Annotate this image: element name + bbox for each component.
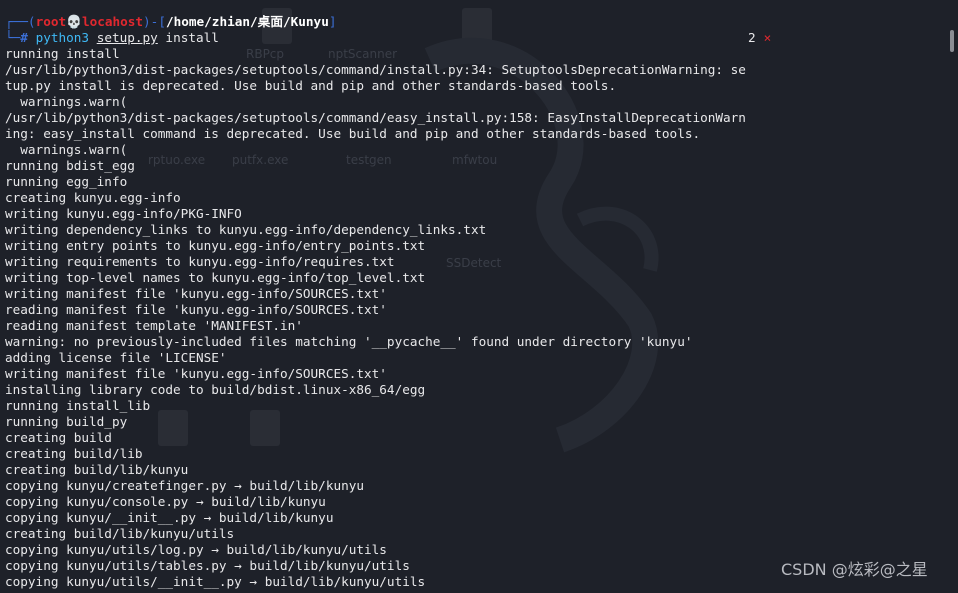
exit-code: 2 <box>748 30 756 45</box>
output-line: /usr/lib/python3/dist-packages/setuptool… <box>5 110 746 125</box>
terminal-window[interactable]: RBPcp nptScanner WebStuff rptuo.exe putf… <box>0 0 958 593</box>
output-line: ing: easy_install command is deprecated.… <box>5 126 701 141</box>
output-line: reading manifest template 'MANIFEST.in' <box>5 318 303 333</box>
scrollbar[interactable] <box>950 30 954 52</box>
prompt-line-2: └─# python3 setup.py install <box>5 30 935 46</box>
output-line: copying kunyu/utils/log.py → build/lib/k… <box>5 542 387 557</box>
output-line: warnings.warn( <box>5 94 128 109</box>
output-line: adding license file 'LICENSE' <box>5 350 227 365</box>
prompt-path: /home/zhian/桌面/Kunyu <box>165 14 329 29</box>
skull-icon: 💀 <box>66 14 82 29</box>
prompt-user: root <box>35 14 67 29</box>
output-line: writing manifest file 'kunyu.egg-info/SO… <box>5 286 387 301</box>
output-line: writing top-level names to kunyu.egg-inf… <box>5 270 426 285</box>
watermark: CSDN @炫彩@之星 <box>781 560 928 579</box>
output-line: running egg_info <box>5 174 128 189</box>
output-line: writing kunyu.egg-info/PKG-INFO <box>5 206 242 221</box>
exit-status: 2 × <box>748 30 771 46</box>
output-line: copying kunyu/console.py → build/lib/kun… <box>5 494 326 509</box>
output-line: running build_py <box>5 414 128 429</box>
output-line: /usr/lib/python3/dist-packages/setuptool… <box>5 62 746 77</box>
output-line: tup.py install is deprecated. Use build … <box>5 78 617 93</box>
prompt-line-1: ┌──(root💀locahost)-[/home/zhian/桌面/Kunyu… <box>5 14 935 30</box>
output-line: warnings.warn( <box>5 142 128 157</box>
command-file: setup.py <box>96 30 158 45</box>
output-line: copying kunyu/__init__.py → build/lib/ku… <box>5 510 334 525</box>
prompt-frame: ] <box>328 14 337 29</box>
output-line: running install_lib <box>5 398 151 413</box>
prompt-host: locahost <box>81 14 144 29</box>
output-line: running install <box>5 46 120 61</box>
prompt-hash: # <box>20 30 36 45</box>
output-line: creating kunyu.egg-info <box>5 190 181 205</box>
output-block: running install/usr/lib/python3/dist-pac… <box>5 46 935 590</box>
error-icon: × <box>763 30 772 45</box>
prompt-frame: ┌──( <box>5 14 36 29</box>
prompt-frame: └─ <box>5 30 21 45</box>
output-line: creating build/lib/kunyu <box>5 462 189 477</box>
output-line: reading manifest file 'kunyu.egg-info/SO… <box>5 302 387 317</box>
command-arg: install <box>157 30 219 45</box>
output-line: installing library code to build/bdist.l… <box>5 382 426 397</box>
output-line: copying kunyu/createfinger.py → build/li… <box>5 478 365 493</box>
output-line: writing manifest file 'kunyu.egg-info/SO… <box>5 366 387 381</box>
prompt-frame: )-[ <box>143 14 166 29</box>
command-name: python3 <box>35 30 90 45</box>
output-line: creating build/lib/kunyu/utils <box>5 526 235 541</box>
output-line: writing entry points to kunyu.egg-info/e… <box>5 238 426 253</box>
output-line: running bdist_egg <box>5 158 135 173</box>
output-line: warning: no previously-included files ma… <box>5 334 693 349</box>
output-line: writing requirements to kunyu.egg-info/r… <box>5 254 395 269</box>
output-line: writing dependency_links to kunyu.egg-in… <box>5 222 487 237</box>
output-line: creating build/lib <box>5 446 143 461</box>
terminal-output: ┌──(root💀locahost)-[/home/zhian/桌面/Kunyu… <box>5 14 935 590</box>
output-line: creating build <box>5 430 112 445</box>
